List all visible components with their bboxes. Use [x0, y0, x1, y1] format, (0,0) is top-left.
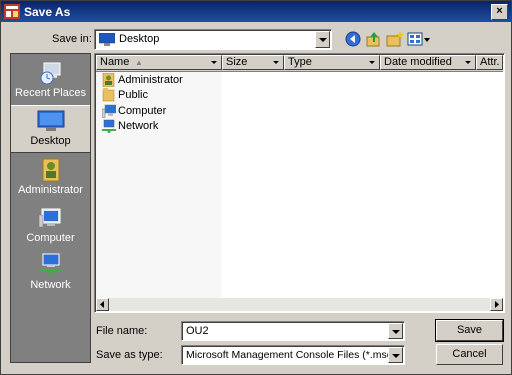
desktop-icon: [37, 110, 64, 131]
desktop-icon: [99, 33, 115, 46]
place-label: Desktop: [30, 135, 71, 147]
back-icon[interactable]: [344, 30, 362, 48]
up-folder-icon[interactable]: [365, 30, 383, 48]
user-folder-icon: [42, 158, 59, 182]
folder-icon: [102, 88, 115, 102]
save-as-dialog: Save As × Save in: Desktop Recent Places…: [0, 0, 512, 375]
file-name-value: OU2: [186, 325, 209, 337]
sort-ascending-icon: ▲: [135, 58, 143, 67]
file-name: Public: [118, 89, 148, 101]
network-icon: [39, 253, 62, 276]
place-administrator[interactable]: Administrator: [11, 153, 90, 199]
save-button[interactable]: Save: [435, 319, 504, 342]
place-label: Computer: [26, 232, 75, 244]
save-type-label: Save as type:: [96, 349, 163, 361]
window-title: Save As: [24, 5, 71, 19]
scroll-right-icon: [495, 301, 499, 308]
cancel-button[interactable]: Cancel: [436, 344, 503, 365]
save-in-label: Save in:: [52, 33, 92, 45]
network-icon: [102, 119, 116, 133]
places-bar: Recent Places Desktop Administrator Comp…: [10, 53, 91, 363]
computer-icon: [38, 208, 60, 228]
scroll-right-button[interactable]: [490, 298, 503, 311]
file-list[interactable]: Name ▲ Size Type Date modified Attr. Adm…: [94, 53, 505, 313]
file-name-dropdown-button[interactable]: [388, 323, 403, 339]
title-bar[interactable]: Save As ×: [1, 1, 511, 22]
recent-places-icon: [40, 62, 60, 85]
close-button[interactable]: ×: [491, 4, 508, 20]
column-dropdown-icon[interactable]: [464, 57, 474, 68]
column-dropdown-icon[interactable]: [210, 57, 220, 68]
column-date-modified[interactable]: Date modified: [380, 55, 476, 70]
scroll-left-button[interactable]: [96, 298, 109, 311]
place-desktop[interactable]: Desktop: [11, 105, 90, 153]
file-name: Computer: [118, 105, 167, 117]
column-header: Name ▲ Size Type Date modified Attr.: [96, 55, 503, 72]
file-name-label: File name:: [96, 325, 148, 337]
mmc-app-icon: [4, 4, 20, 19]
save-type-dropdown-button[interactable]: [388, 347, 403, 363]
place-label: Network: [30, 279, 71, 291]
save-type-value: Microsoft Management Console Files (*.ms…: [186, 349, 396, 361]
column-dropdown-icon[interactable]: [272, 57, 282, 68]
place-recent-places[interactable]: Recent Places: [11, 58, 90, 104]
column-name[interactable]: Name ▲: [96, 55, 222, 70]
computer-icon: [102, 104, 116, 118]
column-dropdown-icon[interactable]: [368, 57, 378, 68]
column-type[interactable]: Type: [284, 55, 380, 70]
view-menu-icon[interactable]: [407, 30, 431, 48]
user-folder-icon: [102, 73, 115, 87]
new-folder-icon[interactable]: [386, 30, 404, 48]
save-type-select[interactable]: Microsoft Management Console Files (*.ms…: [181, 345, 405, 365]
file-name: Network: [118, 120, 159, 132]
file-name: Administrator: [118, 74, 183, 86]
horizontal-scrollbar[interactable]: [96, 298, 503, 311]
save-in-value: Desktop: [119, 33, 160, 45]
column-attributes[interactable]: Attr.: [476, 55, 503, 70]
file-name-field[interactable]: OU2: [181, 321, 405, 341]
column-size[interactable]: Size: [222, 55, 284, 70]
place-label: Recent Places: [15, 87, 86, 99]
save-in-dropdown-button[interactable]: [315, 31, 330, 48]
scroll-left-icon: [100, 301, 104, 308]
place-computer[interactable]: Computer: [11, 201, 90, 247]
save-in-combo[interactable]: Desktop: [94, 29, 332, 50]
place-network[interactable]: Network: [11, 248, 90, 294]
place-label: Administrator: [18, 184, 83, 196]
